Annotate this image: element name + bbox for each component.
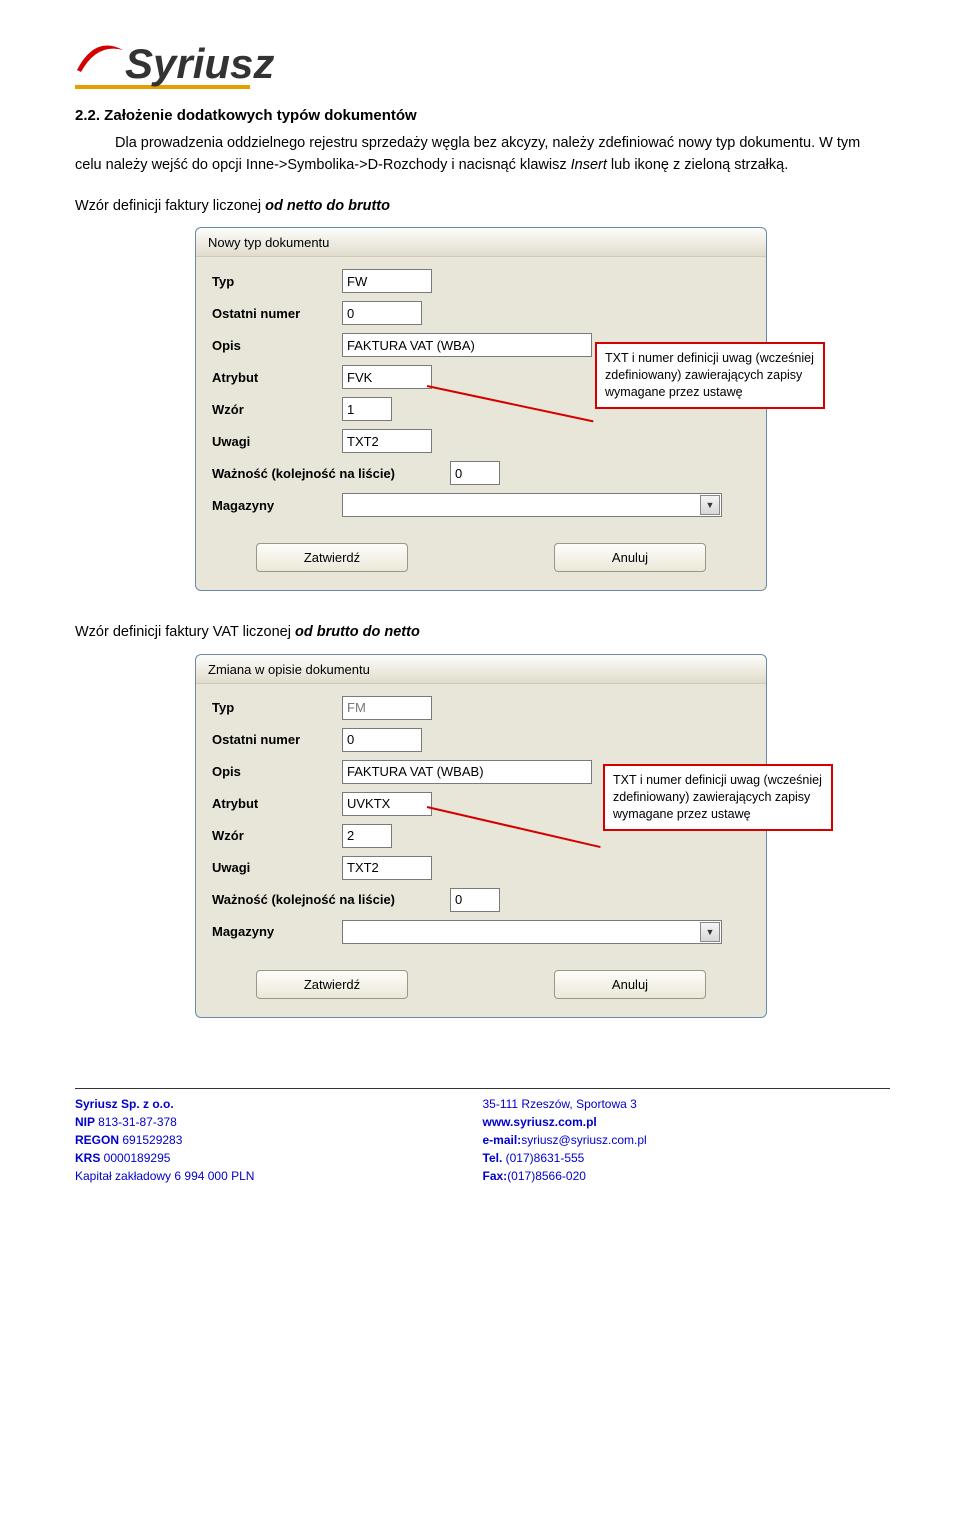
section-heading: 2.2. Założenie dodatkowych typów dokumen… [75,107,890,124]
callout-1-text: TXT i numer definicji uwag (wcześniej zd… [605,351,814,399]
footer-fax-l: Fax: [483,1169,508,1183]
ok-button[interactable]: Zatwierdź [256,970,408,999]
label2-opis: Opis [212,764,342,779]
input-uwagi[interactable] [342,429,432,453]
callout-1: TXT i numer definicji uwag (wcześniej zd… [595,342,825,409]
input2-uwagi[interactable] [342,856,432,880]
input2-ostatni[interactable] [342,728,422,752]
input-typ[interactable] [342,269,432,293]
label2-wzor: Wzór [212,828,342,843]
footer: Syriusz Sp. z o.o. NIP 813-31-87-378 REG… [75,1088,890,1185]
dialog-2-wrap: Zmiana w opisie dokumentu Typ Ostatni nu… [195,654,835,1018]
callout-2: TXT i numer definicji uwag (wcześniej zd… [603,764,833,831]
footer-regon: 691529283 [122,1133,182,1147]
callout-2-text: TXT i numer definicji uwag (wcześniej zd… [613,773,822,821]
chevron-down-icon[interactable]: ▼ [700,495,720,515]
caption-2: Wzór definicji faktury VAT liczonej od b… [75,621,890,643]
label-magazyny: Magazyny [212,498,342,513]
caption-2b: od brutto do netto [295,624,420,640]
input-ostatni[interactable] [342,301,422,325]
dialog2-title: Zmiana w opisie dokumentu [196,655,766,684]
footer-krs: 0000189295 [104,1151,171,1165]
input-waznosc[interactable] [450,461,500,485]
footer-nip-l: NIP [75,1115,98,1129]
label2-atrybut: Atrybut [212,796,342,811]
caption-1a: Wzór definicji faktury liczonej [75,198,265,214]
footer-nip: 813-31-87-378 [98,1115,177,1129]
input2-opis[interactable] [342,760,592,784]
input2-atrybut[interactable] [342,792,432,816]
label-uwagi: Uwagi [212,434,342,449]
input-opis[interactable] [342,333,592,357]
logo: Syriusz [75,40,890,89]
caption-2a: Wzór definicji faktury VAT liczonej [75,624,295,640]
label-opis: Opis [212,338,342,353]
input2-typ [342,696,432,720]
footer-addr: 35-111 Rzeszów, Sportowa 3 [483,1097,637,1111]
caption-1: Wzór definicji faktury liczonej od netto… [75,195,890,217]
footer-email-l: e-mail: [483,1133,522,1147]
label-waznosc: Ważność (kolejność na liście) [212,466,442,481]
ok-button[interactable]: Zatwierdź [256,543,408,572]
footer-fax: (017)8566-020 [507,1169,586,1183]
combo2-magazyny[interactable]: ▼ [342,920,722,944]
label2-waznosc: Ważność (kolejność na liście) [212,892,442,907]
footer-company: Syriusz Sp. z o.o. [75,1097,174,1111]
input-atrybut[interactable] [342,365,432,389]
para-em: Insert [571,157,607,173]
label-atrybut: Atrybut [212,370,342,385]
label2-magazyny: Magazyny [212,924,342,939]
cancel-button[interactable]: Anuluj [554,543,706,572]
dialog-1-wrap: Nowy typ dokumentu Typ Ostatni numer Opi… [195,227,835,591]
label-ostatni: Ostatni numer [212,306,342,321]
footer-tel: (017)8631-555 [506,1151,585,1165]
footer-www: www.syriusz.com.pl [483,1115,597,1129]
input2-wzor[interactable] [342,824,392,848]
swoosh-icon [75,40,125,78]
dialog-title: Nowy typ dokumentu [196,228,766,257]
footer-right: 35-111 Rzeszów, Sportowa 3 www.syriusz.c… [483,1095,891,1185]
input2-waznosc[interactable] [450,888,500,912]
footer-left: Syriusz Sp. z o.o. NIP 813-31-87-378 REG… [75,1095,483,1185]
footer-regon-l: REGON [75,1133,122,1147]
footer-tel-l: Tel. [483,1151,506,1165]
caption-1b: od netto do brutto [265,198,390,214]
logo-text: Syriusz [125,40,274,88]
dialog-nowy-typ: Nowy typ dokumentu Typ Ostatni numer Opi… [195,227,767,591]
label-wzor: Wzór [212,402,342,417]
input-wzor[interactable] [342,397,392,421]
para-text-2: lub ikonę z zieloną strzałką. [607,157,788,173]
combo-magazyny[interactable]: ▼ [342,493,722,517]
footer-email: syriusz@syriusz.com.pl [521,1133,647,1147]
intro-paragraph: Dla prowadzenia oddzielnego rejestru spr… [75,132,890,177]
footer-capital: Kapitał zakładowy 6 994 000 PLN [75,1169,254,1183]
footer-krs-l: KRS [75,1151,104,1165]
label2-ostatni: Ostatni numer [212,732,342,747]
dialog-zmiana: Zmiana w opisie dokumentu Typ Ostatni nu… [195,654,767,1018]
label-typ: Typ [212,274,342,289]
label2-uwagi: Uwagi [212,860,342,875]
cancel-button[interactable]: Anuluj [554,970,706,999]
label2-typ: Typ [212,700,342,715]
chevron-down-icon[interactable]: ▼ [700,922,720,942]
